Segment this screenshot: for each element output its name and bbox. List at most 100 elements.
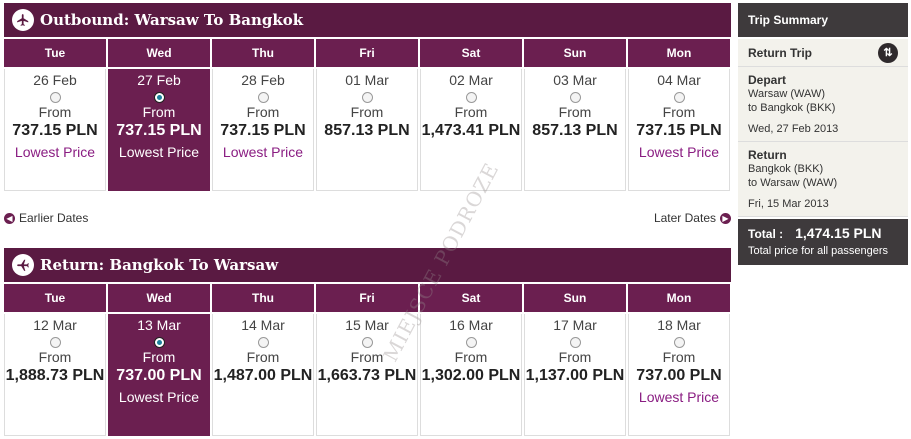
fare-date: 04 Mar: [657, 72, 701, 88]
fare-radio[interactable]: [257, 92, 269, 103]
fare-radio[interactable]: [465, 337, 477, 348]
return-days: Tue 12 Mar From 1,888.73 PLN Wed 13 Mar From 73…: [4, 284, 731, 436]
return-day-mon[interactable]: Mon 18 Mar From 737.00 PLN Lowest Price: [628, 284, 730, 436]
fare-from-label: From: [454, 104, 488, 120]
day-name: Thu: [212, 39, 314, 67]
later-dates-link[interactable]: Later Dates ▶: [654, 211, 731, 225]
fare-date: 26 Feb: [33, 72, 77, 88]
fare-from-label: From: [246, 104, 280, 120]
fare-radio[interactable]: [361, 337, 373, 348]
day-fare[interactable]: 03 Mar From 857.13 PLN: [524, 69, 626, 191]
day-fare[interactable]: 18 Mar From 737.00 PLN Lowest Price: [628, 314, 730, 436]
fare-radio[interactable]: [49, 337, 61, 348]
return-to: to Warsaw (WAW): [748, 177, 838, 189]
day-name: Fri: [316, 284, 418, 312]
return-day-fri[interactable]: Fri 15 Mar From 1,663.73 PLN: [316, 284, 418, 436]
day-fare[interactable]: 12 Mar From 1,888.73 PLN: [4, 314, 106, 436]
fare-price: 737.15 PLN: [12, 122, 98, 139]
return-day-wed[interactable]: Wed 13 Mar From 737.00 PLN Lowest Price: [108, 284, 210, 436]
day-fare[interactable]: 27 Feb From 737.15 PLN Lowest Price: [108, 69, 210, 191]
day-fare[interactable]: 14 Mar From 1,487.00 PLN: [212, 314, 314, 436]
depart-date: Wed, 27 Feb 2013: [748, 123, 839, 135]
lowest-price-label: Lowest Price: [638, 389, 720, 405]
outbound-day-thu[interactable]: Thu 28 Feb From 737.15 PLN Lowest Price: [212, 39, 314, 191]
fare-price: 737.15 PLN: [220, 122, 306, 139]
fare-radio[interactable]: [49, 92, 61, 103]
fare-price: 737.00 PLN: [116, 367, 202, 384]
fare-price: 1,137.00 PLN: [525, 367, 625, 384]
return-day-sun[interactable]: Sun 17 Mar From 1,137.00 PLN: [524, 284, 626, 436]
fare-date: 16 Mar: [449, 317, 493, 333]
outbound-day-fri[interactable]: Fri 01 Mar From 857.13 PLN: [316, 39, 418, 191]
outbound-day-sat[interactable]: Sat 02 Mar From 1,473.41 PLN: [420, 39, 522, 191]
fare-from-label: From: [38, 349, 72, 365]
return-day-thu[interactable]: Thu 14 Mar From 1,487.00 PLN: [212, 284, 314, 436]
day-fare[interactable]: 16 Mar From 1,302.00 PLN: [420, 314, 522, 436]
trip-summary-body: Return Trip ⇅ Depart Warsaw (WAW) to Ban…: [738, 39, 908, 217]
fare-radio[interactable]: [465, 92, 477, 103]
return-day-sat[interactable]: Sat 16 Mar From 1,302.00 PLN: [420, 284, 522, 436]
depart-leg: Depart Warsaw (WAW) to Bangkok (BKK) Wed…: [738, 67, 908, 142]
outbound-day-wed[interactable]: Wed 27 Feb From 737.15 PLN Lowest Price: [108, 39, 210, 191]
outbound-header: Outbound: Warsaw To Bangkok: [4, 3, 731, 37]
total-box: Total : 1,474.15 PLN Total price for all…: [738, 219, 908, 265]
day-fare[interactable]: 04 Mar From 737.15 PLN Lowest Price: [628, 69, 730, 191]
day-fare[interactable]: 15 Mar From 1,663.73 PLN: [316, 314, 418, 436]
earlier-dates-link[interactable]: ◀ Earlier Dates: [4, 211, 88, 225]
day-name: Sun: [524, 39, 626, 67]
day-name: Sun: [524, 284, 626, 312]
fare-radio[interactable]: [153, 337, 165, 348]
fare-date: 27 Feb: [137, 72, 181, 88]
day-fare[interactable]: 13 Mar From 737.00 PLN Lowest Price: [108, 314, 210, 436]
outbound-day-tue[interactable]: Tue 26 Feb From 737.15 PLN Lowest Price: [4, 39, 106, 191]
fare-radio[interactable]: [569, 92, 581, 103]
fare-from-label: From: [350, 349, 384, 365]
day-fare[interactable]: 28 Feb From 737.15 PLN Lowest Price: [212, 69, 314, 191]
day-fare[interactable]: 01 Mar From 857.13 PLN: [316, 69, 418, 191]
return-title: Return: Bangkok To Warsaw: [40, 256, 279, 274]
fare-radio[interactable]: [257, 337, 269, 348]
chevron-right-icon: ▶: [720, 212, 731, 224]
outbound-day-mon[interactable]: Mon 04 Mar From 737.15 PLN Lowest Price: [628, 39, 730, 191]
fare-date: 12 Mar: [33, 317, 77, 333]
return-header: Return: Bangkok To Warsaw: [4, 248, 731, 282]
fare-radio[interactable]: [673, 337, 685, 348]
later-dates-label: Later Dates: [653, 211, 716, 225]
fare-price: 1,473.41 PLN: [421, 122, 521, 139]
fare-from-label: From: [662, 104, 696, 120]
fare-from-label: From: [142, 104, 176, 120]
fare-price: 857.13 PLN: [324, 122, 410, 139]
fare-radio[interactable]: [153, 92, 165, 103]
depart-from: Warsaw (WAW): [748, 88, 825, 100]
day-name: Sat: [420, 284, 522, 312]
fare-date: 14 Mar: [241, 317, 285, 333]
trip-summary-title: Trip Summary: [738, 3, 908, 37]
fare-from-label: From: [38, 104, 72, 120]
total-note: Total price for all passengers: [748, 245, 889, 257]
day-fare[interactable]: 17 Mar From 1,137.00 PLN: [524, 314, 626, 436]
day-fare[interactable]: 26 Feb From 737.15 PLN Lowest Price: [4, 69, 106, 191]
fare-radio[interactable]: [569, 337, 581, 348]
fare-from-label: From: [558, 104, 592, 120]
fare-radio[interactable]: [361, 92, 373, 103]
fare-date: 03 Mar: [553, 72, 597, 88]
plane-return-icon: [12, 254, 34, 276]
return-leg: Return Bangkok (BKK) to Warsaw (WAW) Fri…: [738, 142, 908, 217]
trip-summary: Trip Summary Return Trip ⇅ Depart Warsaw…: [738, 3, 908, 265]
lowest-price-label: Lowest Price: [118, 389, 200, 405]
fare-price: 737.15 PLN: [636, 122, 722, 139]
swap-icon[interactable]: ⇅: [878, 42, 898, 63]
fare-radio[interactable]: [673, 92, 685, 103]
fare-price: 1,487.00 PLN: [213, 367, 313, 384]
day-name: Tue: [4, 284, 106, 312]
day-fare[interactable]: 02 Mar From 1,473.41 PLN: [420, 69, 522, 191]
trip-type-row: Return Trip ⇅: [738, 39, 908, 67]
return-day-tue[interactable]: Tue 12 Mar From 1,888.73 PLN: [4, 284, 106, 436]
outbound-days: Tue 26 Feb From 737.15 PLN Lowest Price Wed 27…: [4, 39, 731, 191]
fare-from-label: From: [662, 349, 696, 365]
total-label: Total :: [748, 227, 784, 241]
day-name: Fri: [316, 39, 418, 67]
outbound-day-sun[interactable]: Sun 03 Mar From 857.13 PLN: [524, 39, 626, 191]
earlier-dates-label: Earlier Dates: [19, 211, 89, 225]
fare-price: 737.15 PLN: [116, 122, 202, 139]
